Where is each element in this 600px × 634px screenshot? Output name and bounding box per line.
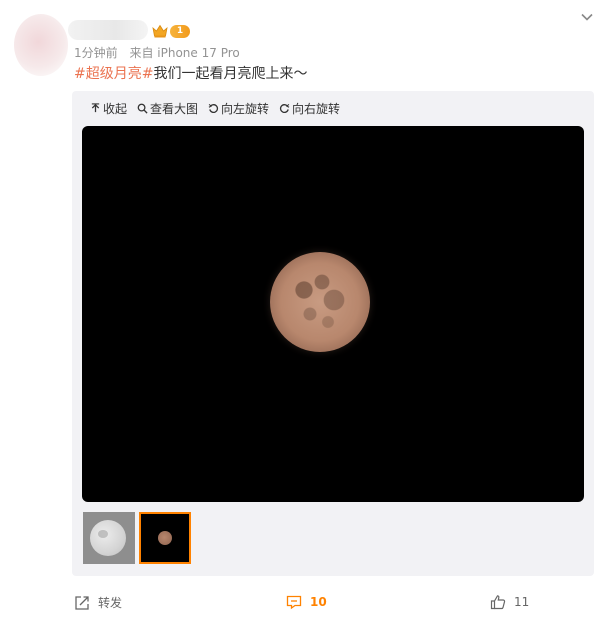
rotate-left-icon <box>208 103 219 114</box>
collapse-icon <box>91 103 100 113</box>
comment-icon <box>286 595 302 610</box>
post-content: #超级月亮#我们一起看月亮爬上来～ <box>74 64 307 84</box>
repost-label: 转发 <box>98 596 123 610</box>
thumbnail-strip <box>83 512 195 564</box>
crown-icon <box>152 24 168 38</box>
avatar[interactable] <box>14 14 68 76</box>
media-toolbar: 收起 查看大图 向左旋转 向右旋转 <box>90 100 350 117</box>
post-body-text: 我们一起看月亮爬上来～ <box>153 66 308 82</box>
thumbnail-2-selected[interactable] <box>139 512 191 564</box>
rotate-right-button[interactable]: 向右旋转 <box>279 100 340 117</box>
thumbnail-moon-orange <box>158 531 172 545</box>
repost-button[interactable]: 转发 <box>74 594 122 611</box>
member-badge[interactable]: 1 <box>152 23 190 39</box>
comment-button[interactable]: 10 <box>286 594 327 610</box>
main-photo-moon[interactable] <box>82 126 584 502</box>
rotate-left-button[interactable]: 向左旋转 <box>208 100 269 117</box>
thumbs-up-icon <box>490 595 506 610</box>
view-large-button[interactable]: 查看大图 <box>137 100 198 117</box>
thumbnail-1[interactable] <box>83 512 135 564</box>
rotate-right-icon <box>279 103 290 114</box>
level-badge: 1 <box>170 24 190 38</box>
collapse-button[interactable]: 收起 <box>90 100 127 117</box>
like-count: 11 <box>514 595 530 609</box>
chevron-down-icon[interactable] <box>580 10 594 24</box>
post-source: 来自 iPhone 17 Pro <box>129 46 240 60</box>
post-meta: 1分钟前 来自 iPhone 17 Pro <box>74 44 248 61</box>
weibo-post-card: 1 1分钟前 来自 iPhone 17 Pro #超级月亮#我们一起看月亮爬上来… <box>0 0 600 634</box>
view-large-label: 查看大图 <box>150 102 199 116</box>
moon-image <box>270 252 370 352</box>
rotate-left-label: 向左旋转 <box>221 102 270 116</box>
repost-icon <box>75 595 89 610</box>
collapse-label: 收起 <box>103 102 128 116</box>
magnify-icon <box>137 103 148 114</box>
topic-link[interactable]: #超级月亮# <box>74 66 153 82</box>
like-button[interactable]: 11 <box>490 594 529 610</box>
thumbnail-moon-gray <box>90 520 126 556</box>
action-bar: 转发 10 11 <box>0 590 600 618</box>
comment-count: 10 <box>310 595 327 609</box>
media-viewer: 收起 查看大图 向左旋转 向右旋转 <box>72 91 594 576</box>
post-time[interactable]: 1分钟前 <box>74 46 118 60</box>
username-blurred[interactable] <box>68 20 148 40</box>
rotate-right-label: 向右旋转 <box>292 102 341 116</box>
